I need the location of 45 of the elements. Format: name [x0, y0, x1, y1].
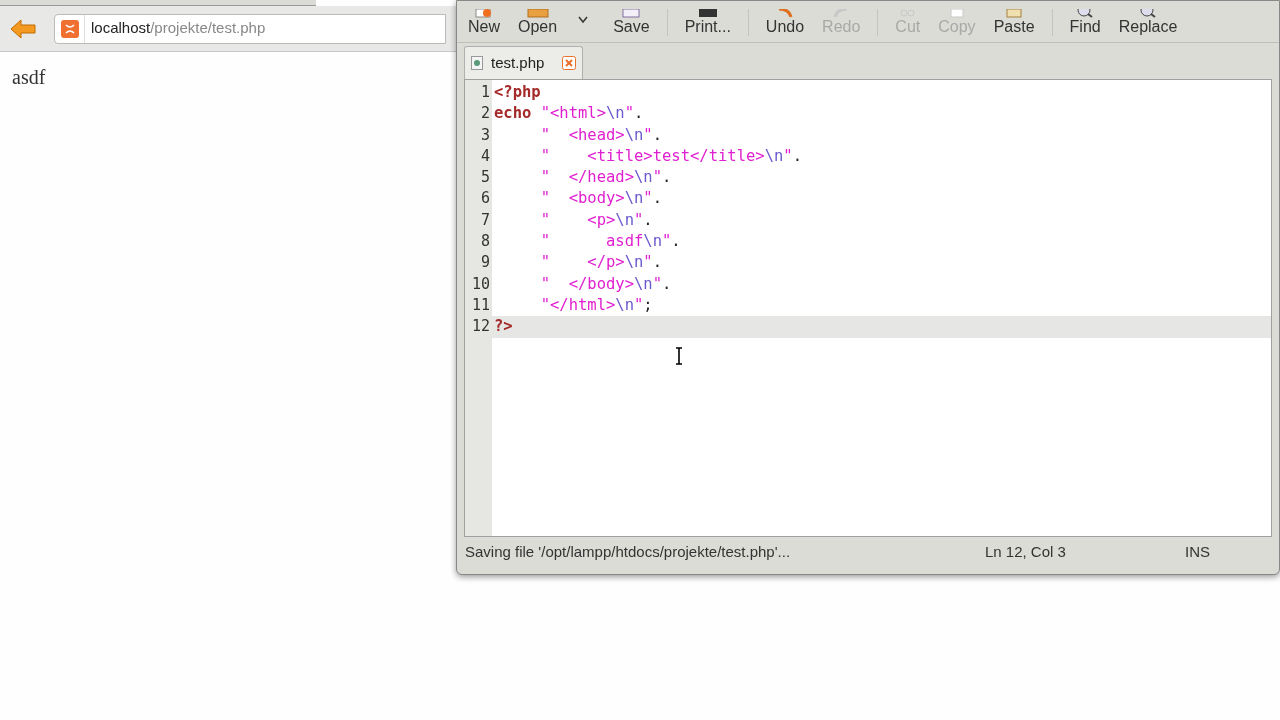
line-number: 10 [470, 273, 491, 295]
code-line: <?php [493, 82, 542, 103]
code-line: " </head>\n". [539, 167, 673, 189]
line-number: 11 [470, 294, 491, 316]
line-number: 6 [479, 188, 491, 210]
url-field[interactable]: localhost/projekte/test.php [54, 13, 446, 44]
code-line: " </p>\n". [539, 252, 663, 274]
toolbar-button[interactable]: Find [1066, 9, 1104, 36]
caret-icon[interactable] [578, 16, 589, 24]
code-line: " <head>\n". [539, 124, 663, 146]
line-number: 2 [479, 103, 491, 125]
toolbar-button[interactable]: Save [610, 9, 653, 36]
toolbar-button[interactable]: Replace [1115, 9, 1181, 36]
line-number: 3 [479, 124, 491, 146]
site-icon [60, 19, 79, 38]
line-number: 8 [479, 231, 491, 253]
insert-mode: INS [1185, 541, 1210, 562]
status-message: Saving file '/opt/lampp/htdocs/projekte/test.php'... [465, 541, 792, 562]
line-number: 7 [479, 209, 491, 231]
line-number: 5 [479, 167, 491, 189]
toolbar-button[interactable]: Open [515, 9, 561, 36]
back-arrow-icon[interactable] [10, 18, 36, 39]
code-line: " <p>\n". [539, 209, 654, 231]
code-line: " asdf\n". [539, 231, 682, 253]
toolbar-button[interactable]: Paste [990, 9, 1038, 36]
line-number: 4 [479, 145, 491, 167]
code-line: " </body>\n". [539, 273, 673, 295]
code-line: "</html>\n"; [539, 294, 654, 316]
code-editor[interactable]: 1 2 3 4 5 6 7 8 9 10 11 12 <?php echo "<html>\n". " <head>\n". " <title>test</title>\n". " </head>\n". " <body>\n". " <p>\n". " asdf\n". " </p>\n". " </body>\n". "</html>\n"; ?> [464, 79, 1272, 537]
text-cursor-icon [675, 347, 683, 365]
line-number: 1 [479, 82, 491, 103]
page-text: asdf [12, 66, 46, 88]
file-icon [471, 56, 483, 70]
toolbar-button[interactable]: Undo [762, 9, 808, 36]
toolbar-button[interactable]: Print... [681, 9, 734, 36]
line-number: 9 [479, 252, 491, 274]
cursor-position: Ln 12, Col 3 [985, 541, 1067, 562]
code-line: echo "<html>\n". [493, 103, 645, 125]
code-line: " <body>\n". [539, 188, 663, 210]
close-icon[interactable] [562, 56, 577, 70]
line-number: 12 [470, 316, 491, 338]
toolbar-button[interactable]: New [465, 9, 503, 36]
url-text: localhost/projekte/test.php [91, 18, 266, 39]
code-line: " <title>test</title>\n". [539, 145, 803, 167]
file-tab[interactable]: test.php [464, 46, 584, 79]
